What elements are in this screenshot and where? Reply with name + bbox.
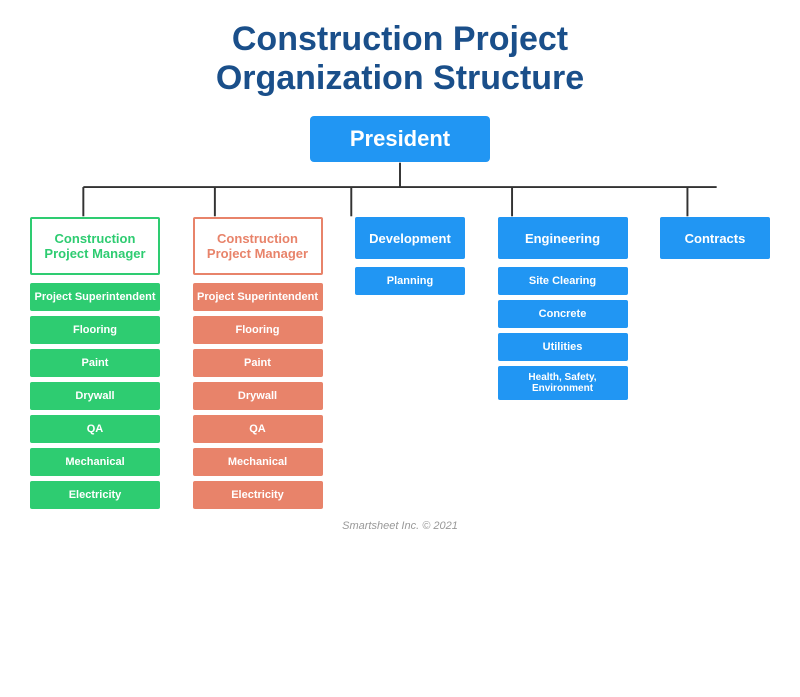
org-row: Construction Project Manager Project Sup… (20, 217, 780, 514)
engineering-item-2: Utilities (498, 333, 628, 361)
green-item-1: Flooring (30, 316, 160, 344)
col-development: Development Planning (355, 217, 465, 300)
col-salmon: Construction Project Manager Project Sup… (193, 217, 323, 514)
development-header: Development (355, 217, 465, 259)
col-engineering: Engineering Site Clearing Concrete Utili… (498, 217, 628, 405)
salmon-item-4: QA (193, 415, 323, 443)
president-label: President (350, 126, 450, 151)
page: Construction Project Organization Struct… (0, 0, 800, 697)
salmon-item-3: Drywall (193, 382, 323, 410)
contracts-header: Contracts (660, 217, 770, 259)
salmon-item-2: Paint (193, 349, 323, 377)
engineering-item-1: Concrete (498, 300, 628, 328)
green-header: Construction Project Manager (30, 217, 160, 275)
engineering-item-3: Health, Safety, Environment (498, 366, 628, 400)
col-contracts: Contracts (660, 217, 770, 267)
green-item-6: Electricity (30, 481, 160, 509)
green-item-0: Project Superintendent (30, 283, 160, 311)
engineering-header: Engineering (498, 217, 628, 259)
salmon-item-6: Electricity (193, 481, 323, 509)
president-row: President (20, 116, 780, 162)
green-item-4: QA (30, 415, 160, 443)
green-item-2: Paint (30, 349, 160, 377)
president-box: President (310, 116, 490, 162)
salmon-item-5: Mechanical (193, 448, 323, 476)
salmon-item-1: Flooring (193, 316, 323, 344)
col-green: Construction Project Manager Project Sup… (30, 217, 160, 514)
main-title: Construction Project Organization Struct… (20, 20, 780, 98)
salmon-header: Construction Project Manager (193, 217, 323, 275)
footer: Smartsheet Inc. © 2021 (20, 520, 780, 532)
connector-svg (20, 162, 780, 217)
green-item-3: Drywall (30, 382, 160, 410)
engineering-item-0: Site Clearing (498, 267, 628, 295)
salmon-item-0: Project Superintendent (193, 283, 323, 311)
development-item-0: Planning (355, 267, 465, 295)
green-item-5: Mechanical (30, 448, 160, 476)
